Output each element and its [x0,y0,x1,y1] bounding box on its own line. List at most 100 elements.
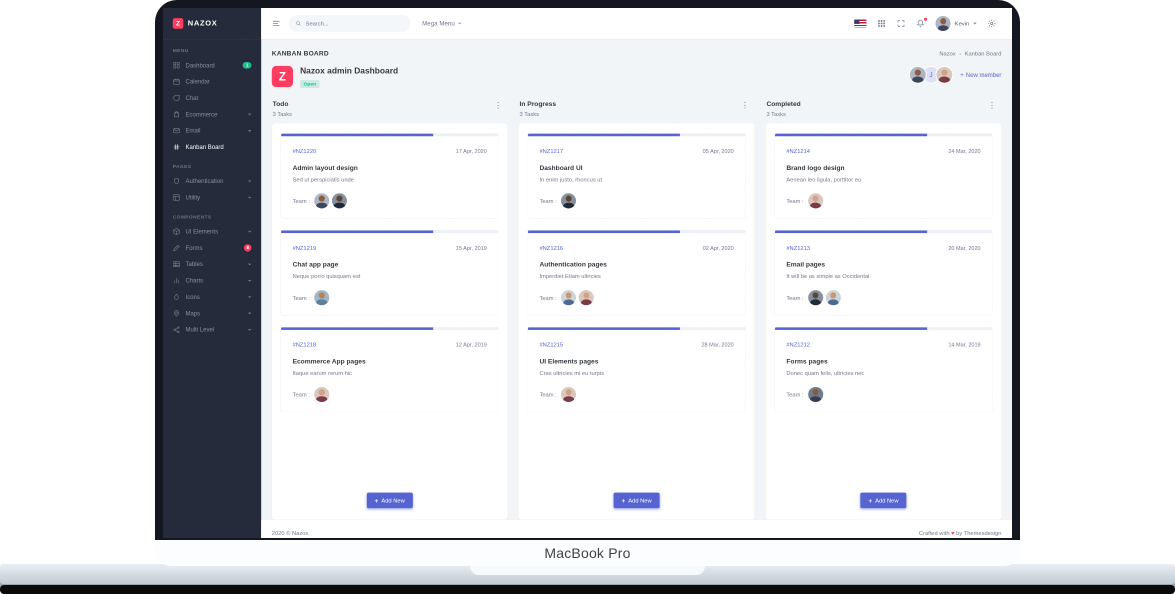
team-avatar[interactable] [578,290,594,306]
heart-icon: ♥ [951,529,955,537]
task-date: 14 Mar, 2019 [948,341,981,348]
task-card[interactable]: #NZ1220 17 Apr, 2020 Admin layout design… [280,133,499,219]
team-label: Team : [539,197,557,205]
sidebar-item-maps[interactable]: Maps [163,305,261,321]
task-id-link[interactable]: #NZ1214 [786,148,810,155]
notifications-button[interactable] [911,17,930,28]
chevron-down-icon [247,196,252,199]
task-id-link[interactable]: #NZ1212 [786,341,810,348]
fullscreen-button[interactable] [892,19,911,28]
task-card[interactable]: #NZ1216 02 Apr, 2020 Authentication page… [527,229,746,316]
user-menu[interactable]: Kevin [930,15,982,31]
task-id-link[interactable]: #NZ1215 [539,341,563,348]
language-flag-button[interactable] [849,19,872,28]
team-avatar[interactable] [314,386,330,403]
member-avatar[interactable] [935,65,954,84]
task-date: 20 Mar, 2020 [948,244,981,251]
add-new-button[interactable]: + Add New [366,492,413,509]
laptop-base-shadow [0,585,1175,594]
sidebar-item-chat[interactable]: Chat [163,90,261,106]
board-status-badge: Open [300,80,320,89]
sidebar-item-label: Utility [185,194,201,201]
footer-credit: Crafted with ♥ by Themesdesign [919,530,1002,537]
task-id-link[interactable]: #NZ1218 [293,341,317,348]
search-box[interactable] [288,15,411,32]
team-avatar[interactable] [561,193,577,209]
task-card[interactable]: #NZ1215 28 Mar, 2020 UI Elements pages C… [527,326,746,413]
sidebar-item-utility[interactable]: Utility [163,189,261,205]
task-id-link[interactable]: #NZ1219 [293,245,317,252]
sidebar-item-icons[interactable]: Icons [163,289,261,305]
team-avatar[interactable] [808,386,824,403]
screen-viewport: Z NAZOX MENU Dashboard 1 Calendar Chat E… [163,8,1012,538]
team-avatar[interactable] [331,193,347,209]
task-id-link[interactable]: #NZ1216 [539,245,563,252]
task-title: Ecommerce App pages [292,357,366,366]
column-header: In Progress 3 Tasks ⋮ [519,100,755,123]
task-card[interactable]: #NZ1218 12 Apr, 2019 Ecommerce App pages… [280,326,499,413]
app-logo[interactable]: Z NAZOX [163,8,262,40]
task-date: 02 Apr, 2020 [702,244,734,251]
task-card[interactable]: #NZ1219 15 Apr, 2019 Chat app page Neque… [280,229,499,316]
task-id-link[interactable]: #NZ1213 [786,245,810,252]
sidebar-item-ecommerce[interactable]: Ecommerce [163,106,261,122]
dashboard-icon [173,62,181,70]
breadcrumb-home[interactable]: Nazox [939,50,955,57]
laptop-base [0,564,1175,584]
hamburger-menu-button[interactable] [266,19,285,28]
member-avatar[interactable] [908,65,927,84]
add-new-label: Add New [628,497,652,504]
team-avatar[interactable] [561,386,577,403]
sidebar-item-label: Email [185,127,201,135]
column-menu-button[interactable]: ⋮ [738,100,752,110]
sidebar-item-kanban-board[interactable]: Kanban Board [163,139,261,155]
chevron-down-icon [247,129,252,132]
sidebar-item-forms[interactable]: Forms 8 [163,240,261,256]
task-id-link[interactable]: #NZ1217 [539,148,563,155]
sidebar-item-authentication[interactable]: Authentication [163,173,261,189]
laptop-base-notch [470,566,705,575]
task-date: 12 Apr, 2019 [455,341,487,348]
column-title: Todo [272,100,289,108]
sidebar-item-charts[interactable]: Charts [163,272,261,288]
new-member-button[interactable]: + New member [960,71,1001,78]
team-avatar[interactable] [314,290,330,306]
task-description: Neque porro quisquam est [292,272,361,280]
add-new-button[interactable]: + Add New [613,492,660,509]
team-avatar[interactable] [825,290,841,306]
board-title: Nazox admin Dashboard [300,66,399,76]
sidebar-item-dashboard[interactable]: Dashboard 1 [163,57,261,73]
team-avatar[interactable] [808,193,824,209]
add-new-label: Add New [381,497,405,504]
team-avatar[interactable] [314,193,330,209]
team-avatar[interactable] [561,290,577,306]
column-menu-button[interactable]: ⋮ [985,100,999,110]
task-card[interactable]: #NZ1212 14 Mar, 2019 Forms pages Donec q… [774,326,993,413]
search-input[interactable] [304,19,404,28]
task-title: Dashboard UI [539,164,583,172]
task-date: 17 Apr, 2020 [455,147,487,155]
column-menu-button[interactable]: ⋮ [491,100,505,110]
task-title: Forms pages [786,357,828,366]
task-id-link[interactable]: #NZ1220 [293,148,317,155]
sidebar-item-email[interactable]: Email [163,123,261,139]
mega-menu-button[interactable]: Mega Menu [422,20,462,27]
task-card[interactable]: #NZ1217 05 Apr, 2020 Dashboard UI In eni… [527,133,746,219]
team-avatar[interactable] [808,290,824,306]
breadcrumb: Nazox › Kanban Board [939,50,1001,57]
layout-icon [173,194,181,202]
sidebar-item-ui-elements[interactable]: UI Elements [163,223,261,239]
add-new-button[interactable]: + Add New [860,492,907,509]
kanban-column-in-progress: In Progress 3 Tasks ⋮ #NZ1217 05 Apr, 20… [518,100,755,520]
settings-button[interactable] [982,19,1001,28]
sidebar-item-multi-level[interactable]: Multi Level [163,322,261,338]
task-title: Chat app page [292,260,339,269]
column-header: Completed 3 Tasks ⋮ [766,100,1002,123]
task-title: UI Elements pages [539,357,599,366]
task-card[interactable]: #NZ1214 24 Mar, 2020 Brand logo design A… [774,133,993,219]
add-new-label: Add New [875,497,899,504]
sidebar-item-calendar[interactable]: Calendar [163,73,261,89]
apps-grid-button[interactable] [872,19,891,28]
sidebar-item-tables[interactable]: Tables [163,256,261,272]
task-card[interactable]: #NZ1213 20 Mar, 2020 Email pages It will… [774,229,993,316]
